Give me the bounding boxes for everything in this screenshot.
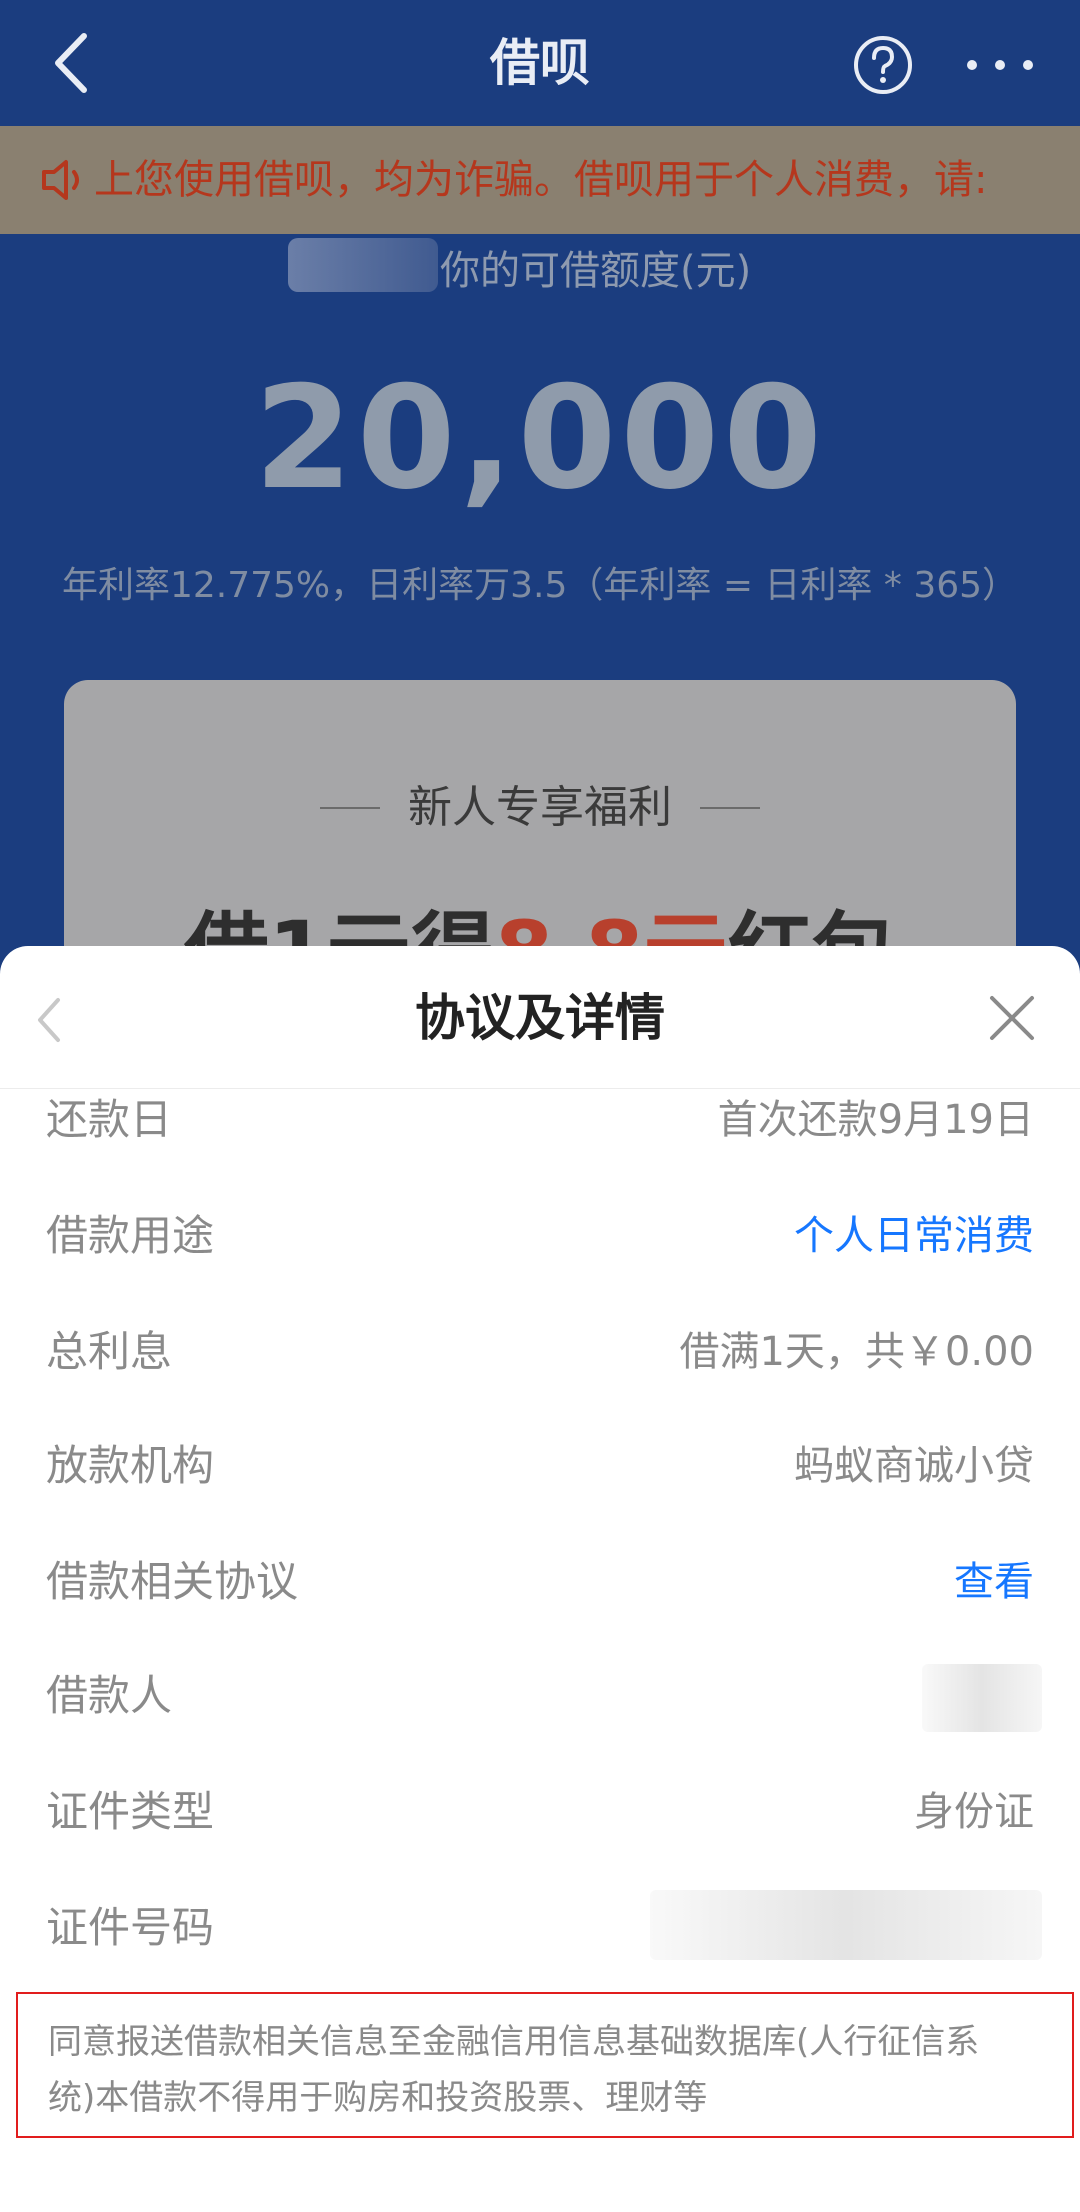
page-title: 借呗	[490, 34, 590, 92]
help-circle-icon[interactable]	[852, 34, 914, 96]
detail-row-id-number: 证件号码	[46, 1888, 1042, 1968]
sheet-title: 协议及详情	[415, 989, 665, 1047]
view-agreements-link[interactable]: 查看	[954, 1542, 1034, 1622]
detail-row-lender: 放款机构 蚂蚁商诚小贷	[46, 1426, 1034, 1506]
detail-label: 放款机构	[46, 1441, 215, 1490]
loan-purpose-link[interactable]: 个人日常消费	[794, 1196, 1034, 1276]
detail-row-agreements[interactable]: 借款相关协议 查看	[46, 1542, 1034, 1622]
divider-line	[700, 807, 760, 809]
top-nav-bar: 借呗	[0, 0, 1080, 126]
speaker-icon	[38, 154, 94, 206]
close-icon[interactable]	[986, 992, 1038, 1044]
detail-label: 借款人	[46, 1671, 173, 1720]
detail-row-id-type: 证件类型 身份证	[46, 1772, 1034, 1852]
detail-label: 总利息	[46, 1327, 173, 1376]
detail-label: 证件类型	[46, 1787, 215, 1836]
detail-label: 借款用途	[46, 1211, 215, 1260]
disclaimer-text: 同意报送借款相关信息至金融信用信息基础数据库(人行征信系统)本借款不得用于购房和…	[48, 2022, 980, 2118]
notice-text: 上您使用借呗，均为诈骗。借呗用于个人消费，请:	[94, 157, 988, 203]
detail-label: 证件号码	[46, 1903, 215, 1952]
notice-bar[interactable]: 上您使用借呗，均为诈骗。借呗用于个人消费，请:	[0, 126, 1080, 234]
detail-row-borrower: 借款人	[46, 1656, 1042, 1736]
detail-row-loan-purpose[interactable]: 借款用途 个人日常消费	[46, 1196, 1034, 1276]
credit-label: 你的可借额度(元)	[440, 248, 752, 294]
interest-rate-text: 年利率12.775%，日利率万3.5（年利率 = 日利率 * 365）	[61, 565, 1019, 606]
detail-value: 身份证	[914, 1789, 1034, 1835]
more-dots-icon[interactable]	[960, 34, 1040, 96]
credit-amount: 20,000	[254, 356, 826, 521]
detail-row-repayment-date: 还款日 首次还款9月19日	[46, 1080, 1034, 1160]
promo-heading: 新人专享福利	[408, 782, 672, 833]
detail-value: 首次还款9月19日	[717, 1097, 1034, 1143]
detail-label: 还款日	[46, 1095, 173, 1144]
detail-value: 借满1天，共￥0.00	[679, 1329, 1034, 1375]
detail-label: 借款相关协议	[46, 1557, 299, 1606]
sheet-header: 协议及详情	[0, 946, 1080, 1089]
credit-report-disclaimer: 同意报送借款相关信息至金融信用信息基础数据库(人行征信系统)本借款不得用于购房和…	[16, 1992, 1074, 2138]
redacted-id-number	[650, 1890, 1042, 1960]
detail-value: 蚂蚁商诚小贷	[794, 1443, 1034, 1489]
redacted-name	[922, 1664, 1042, 1732]
avatar	[288, 238, 438, 292]
promo-card[interactable]: 新人专享福利 借1元得8.8元红包	[64, 680, 1016, 980]
detail-row-total-interest: 总利息 借满1天，共￥0.00	[46, 1312, 1034, 1392]
